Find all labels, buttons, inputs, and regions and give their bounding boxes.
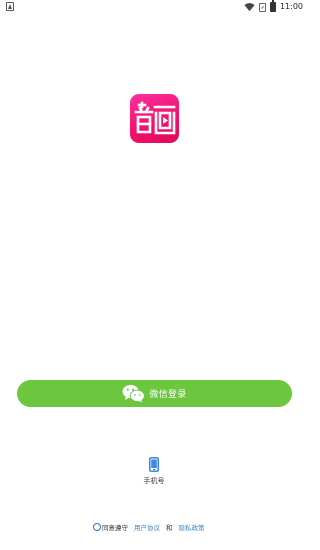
app-logo (130, 94, 179, 143)
agreement-row: 同意遵守 用户协议 和 隐私政策 (93, 521, 205, 532)
battery-icon (269, 0, 276, 12)
wechat-icon (122, 384, 146, 403)
no-sim-icon (258, 2, 266, 12)
wechat-login-button[interactable]: 微信登录 (17, 380, 292, 407)
agreement-prefix: 同意遵守 (102, 523, 128, 532)
wechat-login-label: 微信登录 (149, 390, 187, 400)
status-bar: 11:00 (0, 0, 309, 14)
agree-checkbox[interactable] (93, 522, 101, 531)
agreement-and: 和 (166, 523, 173, 532)
user-agreement-link[interactable]: 用户协议 (134, 522, 160, 532)
yinhua-logo-icon (134, 101, 175, 134)
notification-icon (6, 2, 14, 11)
wifi-icon (244, 3, 255, 12)
phone-login-label: 手机号 (143, 477, 165, 485)
clock: 11:00 (279, 2, 303, 11)
phone-icon (149, 457, 159, 472)
status-icons: 11:00 (244, 0, 303, 13)
phone-login-button[interactable]: 手机号 (134, 457, 174, 489)
privacy-policy-link[interactable]: 隐私政策 (179, 522, 205, 532)
